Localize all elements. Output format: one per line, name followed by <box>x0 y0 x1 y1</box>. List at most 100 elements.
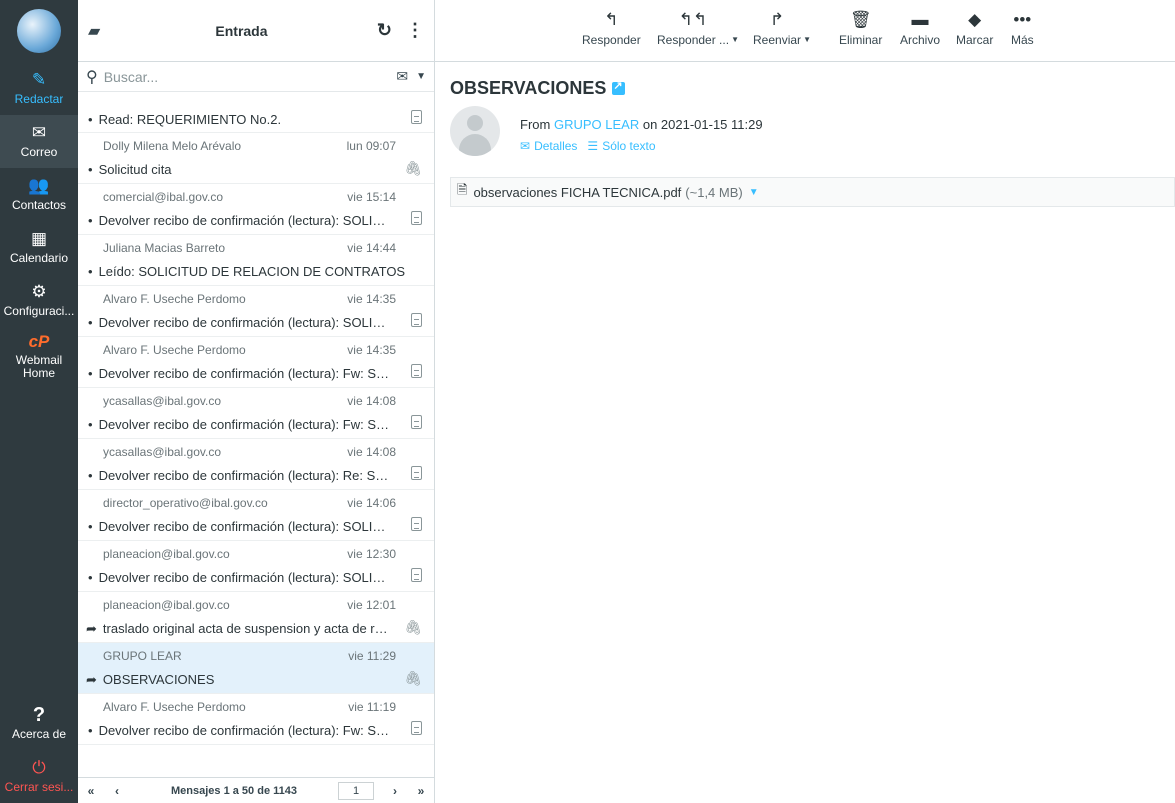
nav-calendar[interactable]: ▦ Calendario <box>0 221 78 274</box>
forward-label: Reenviar <box>753 33 802 47</box>
list-item[interactable]: comercial@ibal.gov.co vie 15:14 • Devolve… <box>78 184 434 235</box>
first-page-icon[interactable]: « <box>78 784 104 798</box>
lines-icon: ☰ <box>587 139 599 153</box>
reply-button[interactable]: ↰ Responder <box>582 11 641 48</box>
list-item[interactable]: • Read: REQUERIMIENTO No.2. <box>78 106 434 133</box>
main-navigation: ✎ Redactar ✉ Correo 👥 Contactos ▦ Calend… <box>0 0 78 803</box>
list-item[interactable]: Dolly Milena Melo Arévalo lun 09:07 • Sol… <box>78 133 434 184</box>
reply-all-button[interactable]: ↰↰ Responder ... ▼ <box>657 11 739 48</box>
message-preview: OBSERVACIONES From GRUPO LEAR on 2021-01… <box>435 62 1175 803</box>
forwarded-icon: ➦ <box>86 672 97 687</box>
folder-icon[interactable]: ▰ <box>88 21 106 41</box>
mark-button[interactable]: ◆ Marcar <box>956 11 994 48</box>
list-item[interactable]: Alvaro F. Useche Perdomo vie 14:35 • Devo… <box>78 286 434 337</box>
nav-bottom: ? Acerca de ⏻ Cerrar sesi... <box>0 697 78 803</box>
archive-button[interactable]: ▬ Archivo <box>900 10 941 48</box>
page-number-input[interactable]: 1 <box>338 781 374 800</box>
list-item[interactable]: director_operativo@ibal.gov.co vie 14:06… <box>78 490 434 541</box>
message-subject: • Devolver recibo de confirmación (lectur… <box>88 315 393 330</box>
list-item[interactable]: ycasallas@ibal.gov.co vie 14:08 • Devolve… <box>78 388 434 439</box>
next-page-icon[interactable]: › <box>382 784 408 798</box>
logo[interactable] <box>0 0 78 62</box>
more-icon: ••• <box>1013 10 1032 29</box>
message-toolbar: ↰ Responder ↰↰ Responder ... ▼ ↱ Reenvia… <box>435 0 1175 62</box>
list-item[interactable]: Juliana Macias Barreto vie 14:44 • Leído:… <box>78 235 434 286</box>
nav-contacts[interactable]: 👥 Contactos <box>0 168 78 221</box>
message-rows: • Read: REQUERIMIENTO No.2. Dolly Milena … <box>78 106 434 745</box>
message-from: ycasallas@ibal.gov.co <box>103 445 222 459</box>
mail-icon: ✉ <box>31 123 47 142</box>
avatar <box>450 106 500 156</box>
paperclip-icon: 🖇 <box>404 619 422 635</box>
attachment-item[interactable]: 🗎 observaciones FICHA TECNICA.pdf (~1,4 … <box>450 177 1175 207</box>
message-subject: • Devolver recibo de confirmación (lectur… <box>88 468 393 483</box>
message-from: director_operativo@ibal.gov.co <box>103 496 268 510</box>
prev-page-icon[interactable]: ‹ <box>104 784 130 798</box>
message-date: vie 11:19 <box>348 700 396 714</box>
nav-webmail-home[interactable]: cP Webmail Home <box>0 327 78 385</box>
nav-calendar-label: Calendario <box>9 251 69 265</box>
list-item[interactable]: Alvaro F. Useche Perdomo vie 11:19 • Devo… <box>78 694 434 745</box>
last-page-icon[interactable]: » <box>408 784 434 798</box>
archive-label: Archivo <box>900 33 941 47</box>
message-subject: • Devolver recibo de confirmación (lectur… <box>88 417 393 432</box>
pagination: « ‹ Mensajes 1 a 50 de 1143 1 › » <box>78 777 434 803</box>
message-from: Alvaro F. Useche Perdomo <box>103 343 246 357</box>
message-subject: • Read: REQUERIMIENTO No.2. <box>88 112 282 127</box>
attachment-size: (~1,4 MB) <box>685 184 743 200</box>
from-line: From GRUPO LEAR on 2021-01-15 11:29 <box>520 117 763 132</box>
message-date: vie 12:30 <box>347 547 396 561</box>
logo-icon <box>17 9 61 53</box>
archive-icon: ▬ <box>911 10 929 29</box>
document-icon <box>411 466 422 480</box>
forward-dropdown-icon[interactable]: ▼ <box>803 35 811 44</box>
message-subject: • Devolver recibo de confirmación (lectur… <box>88 570 393 585</box>
more-button[interactable]: ••• Más <box>1011 10 1034 48</box>
nav-settings[interactable]: ⚙ Configuraci... <box>0 274 78 327</box>
nav-mail-label: Correo <box>20 145 58 159</box>
message-subject: • Devolver recibo de confirmación (lectur… <box>88 213 393 228</box>
nav-logout-label: Cerrar sesi... <box>4 780 74 794</box>
list-item[interactable]: planeacion@ibal.gov.co vie 12:30 • Devolv… <box>78 541 434 592</box>
contacts-icon: 👥 <box>28 176 50 195</box>
sender-link[interactable]: GRUPO LEAR <box>554 117 639 132</box>
delete-button[interactable]: 🗑 Eliminar <box>839 11 882 48</box>
open-external-icon[interactable] <box>612 79 626 95</box>
message-from: planeacion@ibal.gov.co <box>103 547 230 561</box>
attachment-menu-icon[interactable]: ▼ <box>749 187 759 198</box>
list-item[interactable]: planeacion@ibal.gov.co vie 12:01 ➦ trasla… <box>78 592 434 643</box>
nav-compose[interactable]: ✎ Redactar <box>0 62 78 115</box>
list-menu-icon[interactable]: ⋮ <box>406 20 424 41</box>
nav-about[interactable]: ? Acerca de <box>0 697 78 750</box>
document-icon <box>411 211 422 225</box>
search-bar[interactable]: ⚲ Buscar... ✉ ▼ <box>78 62 434 92</box>
nav-logout[interactable]: ⏻ Cerrar sesi... <box>0 750 78 803</box>
more-label: Más <box>1011 33 1034 47</box>
document-icon <box>411 364 422 378</box>
power-icon: ⏻ <box>32 758 46 777</box>
search-icon[interactable]: ⚲ <box>86 67 98 87</box>
help-icon: ? <box>32 704 46 726</box>
envelope-filter-icon[interactable]: ✉ <box>396 68 408 85</box>
chevron-down-icon[interactable]: ▼ <box>416 71 426 82</box>
message-from: Alvaro F. Useche Perdomo <box>103 700 246 714</box>
forward-button[interactable]: ↱ Reenviar ▼ <box>753 11 811 48</box>
avatar-head-icon <box>467 115 483 131</box>
details-link[interactable]: ✉ Detalles <box>520 139 577 153</box>
document-icon <box>411 721 422 735</box>
search-input[interactable]: Buscar... <box>104 69 397 85</box>
from-prefix: From <box>520 117 551 132</box>
list-item[interactable]: ycasallas@ibal.gov.co vie 14:08 • Devolve… <box>78 439 434 490</box>
nav-mail[interactable]: ✉ Correo <box>0 115 78 168</box>
reply-all-dropdown-icon[interactable]: ▼ <box>731 35 739 44</box>
list-item-selected[interactable]: GRUPO LEAR vie 11:29 ➦ OBSERVACIONES 🖇 <box>78 643 434 694</box>
plain-text-label: Sólo texto <box>602 139 656 153</box>
plain-text-link[interactable]: ☰ Sólo texto <box>587 139 655 153</box>
refresh-icon[interactable]: ↻ <box>377 20 392 41</box>
attachment-name[interactable]: observaciones FICHA TECNICA.pdf <box>473 185 681 200</box>
list-item[interactable]: Alvaro F. Useche Perdomo vie 14:35 • Devo… <box>78 337 434 388</box>
mark-label: Marcar <box>956 33 994 47</box>
message-date: vie 14:06 <box>347 496 396 510</box>
message-date: vie 15:14 <box>347 190 396 204</box>
nav-compose-label: Redactar <box>14 92 64 106</box>
